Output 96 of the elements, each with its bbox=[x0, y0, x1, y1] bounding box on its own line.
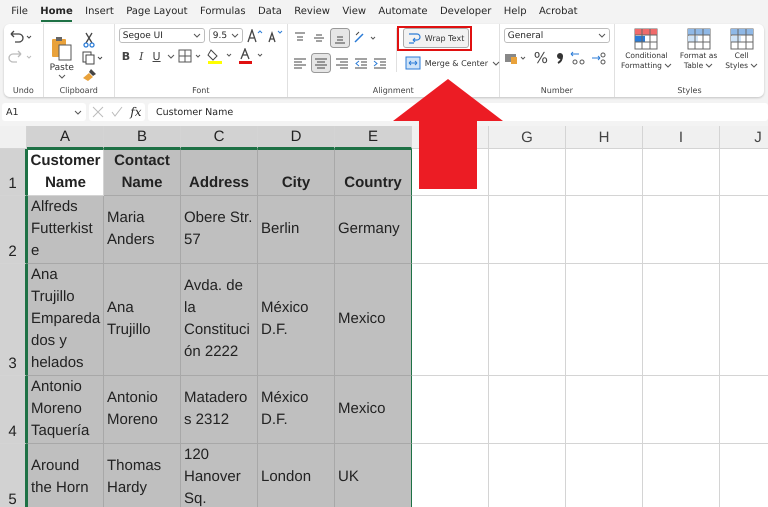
italic-button[interactable]: I bbox=[136, 50, 147, 62]
check-icon[interactable] bbox=[111, 106, 124, 118]
column-header[interactable]: A bbox=[27, 126, 104, 149]
table-cell: Around the Horn bbox=[27, 444, 104, 507]
copy-icon[interactable] bbox=[82, 51, 104, 65]
increase-decimal-icon[interactable] bbox=[569, 50, 588, 66]
merge-cells-icon bbox=[404, 56, 421, 70]
group-label: Font bbox=[191, 86, 210, 95]
row-header[interactable]: 3 bbox=[0, 264, 27, 376]
table-grid-icon bbox=[686, 28, 711, 50]
table-cell: Antonio Moreno bbox=[104, 376, 181, 444]
shrink-font-icon[interactable] bbox=[266, 28, 283, 42]
decrease-decimal-icon[interactable] bbox=[590, 50, 608, 66]
table-cell: Mexico bbox=[335, 264, 412, 376]
column-header[interactable]: I bbox=[643, 126, 720, 149]
bold-button[interactable]: B bbox=[118, 50, 134, 62]
caret-icon bbox=[598, 33, 606, 38]
number-format-dropdown[interactable]: General bbox=[504, 28, 610, 43]
ribbon-tab[interactable]: Review bbox=[288, 4, 336, 18]
table-cell: Customer Name bbox=[27, 149, 104, 196]
undo-icon[interactable] bbox=[8, 30, 34, 44]
row-header[interactable]: 4 bbox=[0, 376, 27, 444]
column-header[interactable]: J bbox=[720, 126, 768, 149]
font-family-dropdown[interactable]: Segoe UI bbox=[118, 28, 205, 43]
wrap-text-icon bbox=[408, 31, 422, 45]
caret-icon[interactable] bbox=[166, 54, 175, 58]
column-header[interactable]: E bbox=[335, 126, 412, 149]
percent-button[interactable]: % bbox=[530, 49, 552, 67]
column-header[interactable]: D bbox=[258, 126, 335, 149]
column-header[interactable]: C bbox=[181, 126, 258, 149]
table-cell: Maria Anders bbox=[104, 196, 181, 264]
group-label: Undo bbox=[12, 86, 35, 95]
table-cell: Address bbox=[181, 149, 258, 196]
table-cell: Alfreds Futterkist e bbox=[27, 196, 104, 264]
group-label: Styles bbox=[676, 86, 703, 95]
column-header[interactable]: B bbox=[104, 126, 181, 149]
caret-icon bbox=[705, 63, 714, 68]
column-header[interactable]: G bbox=[489, 126, 566, 149]
ribbon-tab[interactable]: Automate bbox=[372, 4, 434, 18]
table-cell: Antonio Moreno Taquería bbox=[27, 376, 104, 444]
row-header[interactable]: 1 bbox=[0, 149, 27, 196]
ribbon-tab[interactable]: Formulas bbox=[194, 4, 252, 18]
ribbon-tab[interactable]: Help bbox=[498, 4, 533, 18]
name-box[interactable]: A1 bbox=[2, 103, 86, 121]
ribbon-tab[interactable]: Developer bbox=[434, 4, 498, 18]
caret-icon bbox=[492, 60, 500, 66]
align-bottom-icon[interactable] bbox=[330, 28, 350, 48]
group-label: Alignment bbox=[372, 86, 415, 95]
ribbon-tab[interactable]: Acrobat bbox=[532, 4, 584, 18]
underline-button[interactable]: U bbox=[150, 50, 164, 62]
ribbon-tab[interactable]: Page Layout bbox=[120, 4, 194, 18]
grow-font-icon[interactable] bbox=[246, 28, 263, 42]
align-center-icon[interactable] bbox=[310, 53, 331, 73]
brush-icon[interactable] bbox=[82, 68, 98, 82]
caret-icon bbox=[664, 63, 672, 68]
currency-icon[interactable] bbox=[504, 51, 528, 65]
table-grid-icon bbox=[634, 28, 658, 50]
table-grid-icon bbox=[730, 28, 754, 50]
merge-center-button[interactable]: Merge & Center bbox=[402, 54, 502, 72]
ribbon-tab[interactable]: Insert bbox=[78, 4, 120, 18]
column-header[interactable]: H bbox=[566, 126, 643, 149]
scissors-icon[interactable] bbox=[82, 32, 96, 48]
table-cell: Matadero s 2312 bbox=[181, 376, 258, 444]
table-cell: Mexico bbox=[335, 376, 412, 444]
caret-icon bbox=[74, 110, 82, 114]
caret-icon bbox=[58, 74, 66, 78]
row-header[interactable]: 5 bbox=[0, 444, 27, 507]
caret-icon bbox=[750, 63, 758, 68]
paste-button[interactable]: Paste bbox=[48, 36, 76, 78]
table-cell: UK bbox=[335, 444, 412, 507]
group-label: Clipboard bbox=[58, 86, 99, 95]
table-cell: London bbox=[258, 444, 335, 507]
table-cell: Ana Trujillo bbox=[104, 264, 181, 376]
table-cell: México D.F. bbox=[258, 376, 335, 444]
table-cell: México D.F. bbox=[258, 264, 335, 376]
ribbon-tab[interactable]: Data bbox=[252, 4, 288, 18]
wrap-text-button[interactable]: Wrap Text bbox=[402, 28, 470, 48]
table-cell: Contact Name bbox=[104, 149, 181, 196]
table-cell: City bbox=[258, 149, 335, 196]
insert-function-button[interactable]: fx bbox=[130, 105, 142, 119]
clipboard-icon bbox=[50, 36, 74, 62]
table-cell: Thomas Hardy bbox=[104, 444, 181, 507]
caret-icon bbox=[230, 33, 239, 38]
table-cell: Berlin bbox=[258, 196, 335, 264]
caret-icon bbox=[192, 33, 201, 38]
table-cell: Germany bbox=[335, 196, 412, 264]
table-cell: Country bbox=[335, 149, 412, 196]
group-label: Number bbox=[540, 86, 574, 95]
ribbon-tab[interactable]: View bbox=[336, 4, 372, 18]
table-cell: 120 Hanover Sq. bbox=[181, 444, 258, 507]
table-cell: Avda. de la Constituci ón 2222 bbox=[181, 264, 258, 376]
row-header[interactable]: 2 bbox=[0, 196, 27, 264]
table-cell: Obere Str. 57 bbox=[181, 196, 258, 264]
ribbon-tab[interactable]: File bbox=[5, 4, 34, 18]
font-size-dropdown[interactable]: 9.5 bbox=[208, 28, 243, 43]
table-cell: Ana Trujillo Empareda dos y helados bbox=[27, 264, 104, 376]
